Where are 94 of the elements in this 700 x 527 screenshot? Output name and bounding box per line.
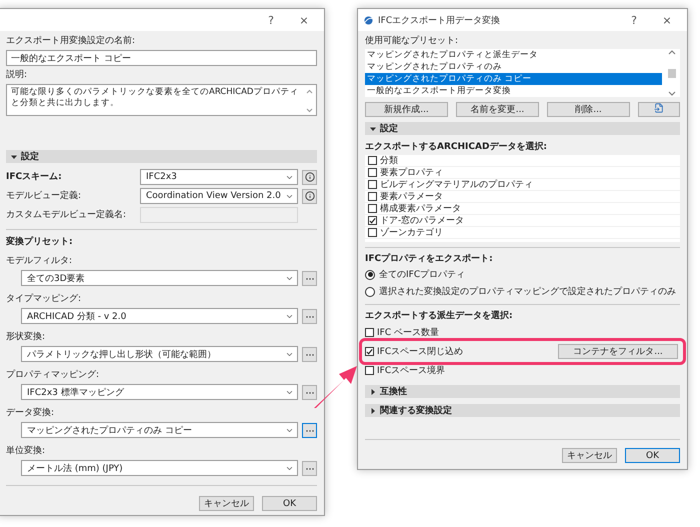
field-label: 形状変換: (6, 331, 46, 343)
checkbox[interactable] (365, 347, 374, 356)
checkbox[interactable] (368, 204, 377, 213)
field-label: 単位変換: (6, 445, 46, 457)
window-title: IFCエクスポート用データ変換 (378, 14, 502, 26)
cancel-button[interactable]: キャンセル (562, 448, 617, 463)
checkmark-icon (369, 216, 376, 224)
checkbox[interactable] (368, 216, 377, 225)
preset-select[interactable]: ARCHICAD 分類 - v 2.0 (21, 308, 298, 324)
scheme-select[interactable]: IFC2x3 (140, 169, 298, 185)
checkbox[interactable] (368, 192, 377, 201)
section-label: エクスポートするARCHICADデータを選択: (365, 141, 548, 153)
preset-button[interactable]: 削除... (547, 102, 630, 117)
ellipsis-icon (306, 276, 314, 280)
ok-button[interactable]: OK (625, 448, 680, 463)
checkbox-label: IFCスペース境界 (377, 364, 446, 376)
name-field[interactable]: 一般的なエクスポート コピー (6, 50, 317, 66)
preset-select[interactable]: 全ての3D要素 (21, 270, 298, 286)
checkbox-row[interactable]: ビルディングマテリアルのプロパティ (365, 179, 680, 191)
checkbox[interactable] (368, 180, 377, 189)
ellipsis-icon (306, 466, 314, 470)
ellipsis-icon (306, 390, 314, 394)
preset-select[interactable]: パラメトリックな押し出し形状（可能な範囲） (21, 346, 298, 362)
preset-select[interactable]: IFC2x3 標準マッピング (21, 384, 298, 400)
ellipsis-icon (306, 428, 314, 432)
preset-button[interactable]: 名前を変更... (456, 102, 539, 117)
close-button[interactable]: × (290, 14, 318, 26)
field-label: データ変換: (6, 407, 56, 419)
info-icon (304, 172, 314, 182)
section-label: 変換プリセット: (6, 236, 74, 248)
checkbox-row[interactable]: ドア-窓のパラメータ (365, 215, 680, 227)
caret-icon (370, 388, 376, 394)
caret-icon (370, 126, 376, 132)
checkbox-label: IFC ベース数量 (377, 326, 440, 338)
checkbox-row[interactable]: ゾーンカテゴリ (365, 227, 680, 239)
scrollbar-icon (306, 89, 313, 113)
caret-icon (370, 408, 376, 414)
file-import-icon (654, 103, 664, 113)
radio-button[interactable] (365, 286, 375, 296)
preset-select[interactable]: メートル法 (mm) (JPY) (21, 460, 298, 476)
checkbox-row[interactable]: 構成要素パラメータ (365, 203, 680, 215)
checkbox-label: IFCスペース閉じ込め (377, 346, 464, 358)
checkmark-icon (366, 348, 373, 356)
preset-list-item[interactable]: マッピングされたプロパティのみ (365, 61, 662, 73)
info-icon (304, 191, 314, 201)
help-button[interactable]: ? (257, 14, 285, 26)
radio-label: 全てのIFCプロパティ (379, 268, 466, 280)
field-label: プロパティマッピング: (6, 369, 100, 381)
description-field[interactable]: 可能な限り多くのパラメトリックな要素を全てのARCHICADプロパティと分類と共に出力します。 (6, 84, 317, 116)
custom-view-field[interactable] (140, 207, 298, 223)
preset-list-item[interactable]: 一般的なエクスポート用データ変換 (365, 85, 662, 97)
field-label: エクスポート用変換設定の名前: (6, 35, 136, 47)
cancel-button[interactable]: キャンセル (199, 496, 254, 511)
checkbox[interactable] (365, 328, 374, 337)
checkbox[interactable] (368, 168, 377, 177)
more-button[interactable] (302, 422, 317, 438)
section-label: IFCプロパティをエクスポート: (365, 253, 494, 265)
field-label: モデルフィルタ: (6, 255, 74, 267)
checkbox-row[interactable]: 分類 (365, 155, 680, 167)
app-logo-icon (364, 16, 373, 24)
preset-list-item[interactable]: マッピングされたプロパティのみ コピー (365, 73, 662, 85)
model-view-select[interactable]: Coordination View Version 2.0 (140, 188, 298, 204)
preset-button[interactable]: 新規作成... (365, 102, 448, 117)
field-label: 使用可能なプリセット: (365, 35, 460, 47)
section-label: エクスポートする派生データを選択: (365, 310, 514, 322)
help-button[interactable]: ? (620, 14, 648, 26)
preset-select[interactable]: マッピングされたプロパティのみ コピー (21, 422, 298, 438)
checkbox-row[interactable]: 要素プロパティ (365, 167, 680, 179)
section-header[interactable]: 互換性 (365, 385, 680, 398)
section-header[interactable]: 関連する変換設定 (365, 404, 680, 417)
field-label: タイプマッピング: (6, 293, 82, 305)
import-button[interactable] (638, 102, 680, 117)
ellipsis-icon (306, 314, 314, 318)
info-button[interactable] (302, 188, 317, 204)
caret-icon (11, 154, 17, 160)
field-label: モデルビュー定義: (6, 190, 82, 202)
field-label: 説明: (6, 69, 28, 81)
checkbox[interactable] (365, 366, 374, 375)
preset-list-item[interactable]: マッピングされたプロパティと派生データ (365, 49, 662, 61)
section-header[interactable]: 設定 (365, 122, 680, 135)
section-header[interactable]: 設定 (6, 150, 317, 163)
ellipsis-icon (306, 352, 314, 356)
field-label: カスタムモデルビュー定義名: (6, 209, 128, 221)
close-button[interactable]: × (653, 14, 681, 26)
ok-button[interactable]: OK (262, 496, 317, 511)
checkbox[interactable] (368, 156, 377, 165)
info-button[interactable] (302, 170, 317, 184)
checkbox-row[interactable]: 要素パラメータ (365, 191, 680, 203)
checkbox[interactable] (368, 228, 377, 237)
field-label: IFCスキーム: (6, 171, 63, 183)
scrollbar-icon (666, 49, 678, 97)
filter-button[interactable]: コンテナをフィルタ... (558, 344, 678, 359)
radio-label: 選択された変換設定のプロパティマッピングで設定されたプロパティのみ (379, 286, 676, 298)
radio-button[interactable] (365, 270, 375, 280)
